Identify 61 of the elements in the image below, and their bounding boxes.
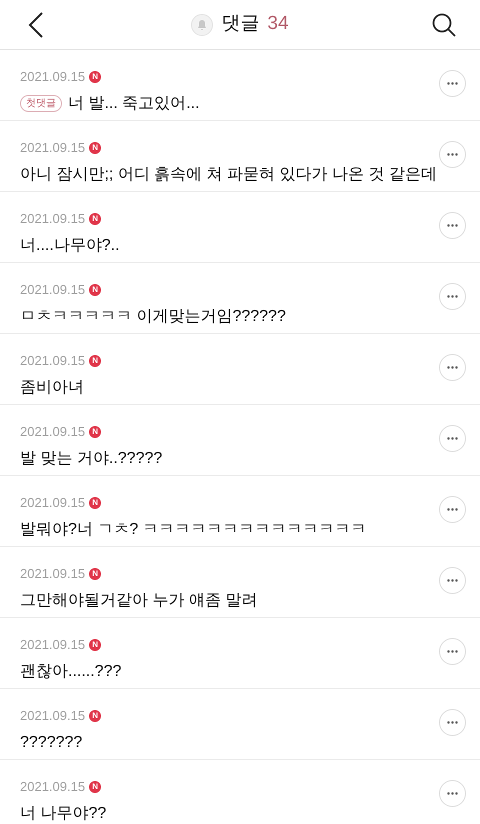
comment-date: 2021.09.15 <box>20 352 86 370</box>
new-badge: N <box>89 426 102 438</box>
more-button[interactable] <box>439 283 466 310</box>
new-badge: N <box>89 212 102 225</box>
comment-text: 너 나무야?? <box>20 804 106 824</box>
ellipsis-icon <box>447 366 458 369</box>
more-button[interactable] <box>439 141 466 168</box>
header-title: 댓글 <box>221 12 260 36</box>
comment-date: 2021.09.15 <box>20 281 86 299</box>
more-button[interactable] <box>439 212 466 239</box>
comment-text: 발뭐야?너 ㄱㅊ? ㅋㅋㅋㅋㅋㅋㅋㅋㅋㅋㅋㅋㅋㅋ <box>20 520 367 540</box>
more-button[interactable] <box>439 780 466 807</box>
ellipsis-icon <box>447 650 458 653</box>
comment-text: 너 발... 죽고있어... <box>68 94 200 114</box>
comment-date: 2021.09.15 <box>20 210 86 228</box>
new-badge: N <box>89 568 102 580</box>
ellipsis-icon <box>447 153 458 156</box>
comment-text: ㅁㅊㅋㅋㅋㅋㅋ 이게맞는거임?????? <box>20 306 286 326</box>
chevron-left-icon <box>27 10 45 38</box>
new-badge: N <box>89 70 102 83</box>
ellipsis-icon <box>447 508 458 511</box>
comment-text: 너....나무야?.. <box>20 236 120 256</box>
ellipsis-icon <box>447 579 458 582</box>
comment-date: 2021.09.15 <box>20 778 86 796</box>
more-button[interactable] <box>439 70 466 97</box>
more-button[interactable] <box>439 638 466 665</box>
first-comment-tag: 첫댓글 <box>20 95 62 112</box>
comment-text: 좀비아녀 <box>20 378 84 398</box>
ellipsis-icon <box>447 721 458 724</box>
more-button[interactable] <box>439 709 466 736</box>
comment-text: 괜찮아......??? <box>20 662 122 682</box>
comment-date: 2021.09.15 <box>20 636 86 654</box>
comment-text: 그만해야될거같아 누가 얘좀 말려 <box>20 590 258 610</box>
new-badge: N <box>89 354 102 367</box>
more-button[interactable] <box>439 354 466 381</box>
comment-date: 2021.09.15 <box>20 707 86 725</box>
comment-count: 34 <box>267 12 289 36</box>
new-badge: N <box>89 284 102 296</box>
comment-text: ??????? <box>20 732 82 752</box>
ellipsis-icon <box>447 792 458 795</box>
bell-icon <box>191 14 214 36</box>
ellipsis-icon <box>447 295 458 298</box>
more-button[interactable] <box>439 496 466 523</box>
new-badge: N <box>89 780 102 793</box>
comment-date: 2021.09.15 <box>20 68 86 86</box>
search-icon <box>430 12 457 38</box>
comment-date: 2021.09.15 <box>20 494 86 512</box>
comment-text: 아니 잠시만;; 어디 흙속에 쳐 파묻혀 있다가 나온 것 같은데 <box>20 164 437 184</box>
more-button[interactable] <box>439 567 466 594</box>
new-badge: N <box>89 710 102 722</box>
new-badge: N <box>89 638 102 651</box>
comment-date: 2021.09.15 <box>20 423 86 441</box>
comment-date: 2021.09.15 <box>20 139 86 157</box>
new-badge: N <box>89 142 102 154</box>
more-button[interactable] <box>439 425 466 452</box>
comment-date: 2021.09.15 <box>20 565 86 583</box>
comment-text: 발 맞는 거야..????? <box>20 448 162 468</box>
ellipsis-icon <box>447 224 458 227</box>
ellipsis-icon <box>447 82 458 85</box>
ellipsis-icon <box>447 437 458 440</box>
new-badge: N <box>89 496 102 509</box>
